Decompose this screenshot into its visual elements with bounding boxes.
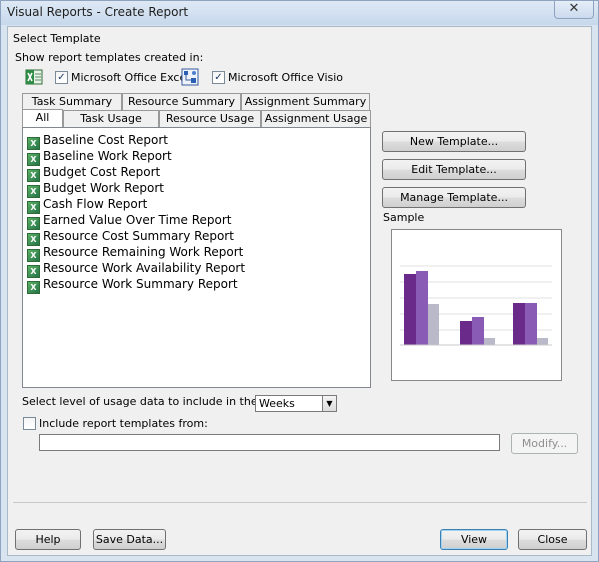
excel-file-icon: X bbox=[27, 281, 40, 294]
visio-label: Microsoft Office Visio bbox=[228, 71, 344, 84]
list-item[interactable]: X Baseline Work Report bbox=[27, 148, 172, 166]
sample-bar bbox=[460, 321, 472, 345]
list-item[interactable]: X Resource Work Availability Report bbox=[27, 260, 245, 278]
list-item[interactable]: X Resource Work Summary Report bbox=[27, 276, 238, 294]
visio-app-icon bbox=[181, 68, 199, 86]
close-window-button[interactable]: ✕ bbox=[554, 1, 594, 19]
title-bar: Visual Reports - Create Report ✕ bbox=[1, 1, 598, 25]
sample-bar bbox=[484, 338, 495, 345]
sample-bar bbox=[404, 274, 416, 345]
check-mark-icon: ✓ bbox=[214, 72, 223, 83]
sample-bar bbox=[525, 303, 537, 345]
close-icon: ✕ bbox=[568, 1, 580, 16]
check-mark-icon: ✓ bbox=[57, 72, 66, 83]
include-templates-label: Include report templates from: bbox=[39, 417, 208, 430]
view-button[interactable]: View bbox=[440, 529, 508, 550]
list-item[interactable]: X Budget Cost Report bbox=[27, 164, 160, 182]
sample-label: Sample bbox=[383, 211, 425, 224]
footer-separator bbox=[13, 502, 587, 503]
usage-level-value: Weeks bbox=[259, 397, 295, 410]
modify-button[interactable]: Modify... bbox=[511, 433, 578, 454]
tab-task-usage[interactable]: Task Usage bbox=[63, 110, 159, 127]
list-item[interactable]: X Earned Value Over Time Report bbox=[27, 212, 231, 230]
list-item[interactable]: X Baseline Cost Report bbox=[27, 132, 168, 150]
dialog-window: Visual Reports - Create Report ✕ Select … bbox=[0, 0, 599, 562]
show-templates-label: Show report templates created in: bbox=[15, 51, 204, 64]
templates-path-input[interactable] bbox=[39, 434, 500, 451]
sample-bar bbox=[428, 304, 439, 345]
tab-all[interactable]: All bbox=[22, 109, 63, 127]
edit-template-button[interactable]: Edit Template... bbox=[382, 159, 526, 180]
list-item[interactable]: X Cash Flow Report bbox=[27, 196, 147, 214]
sample-chart bbox=[400, 265, 552, 346]
close-button[interactable]: Close bbox=[518, 529, 587, 550]
tab-resource-usage[interactable]: Resource Usage bbox=[159, 110, 261, 127]
usage-level-select[interactable]: Weeks ▼ bbox=[255, 395, 337, 412]
excel-checkbox[interactable]: ✓ bbox=[55, 71, 68, 84]
visio-checkbox[interactable]: ✓ bbox=[212, 71, 225, 84]
save-data-button[interactable]: Save Data... bbox=[93, 529, 166, 550]
list-item[interactable]: X Budget Work Report bbox=[27, 180, 164, 198]
help-button[interactable]: Help bbox=[15, 529, 81, 550]
tab-task-summary[interactable]: Task Summary bbox=[22, 93, 122, 110]
select-template-heading: Select Template bbox=[13, 32, 101, 45]
chevron-down-icon[interactable]: ▼ bbox=[322, 396, 336, 411]
tab-assignment-usage[interactable]: Assignment Usage bbox=[261, 110, 371, 127]
excel-app-icon bbox=[25, 69, 43, 85]
sample-bar bbox=[513, 303, 525, 345]
sample-preview bbox=[391, 229, 562, 381]
new-template-button[interactable]: New Template... bbox=[382, 131, 526, 152]
dialog-body: Select Template Show report templates cr… bbox=[7, 26, 592, 556]
tab-resource-summary[interactable]: Resource Summary bbox=[122, 93, 241, 110]
manage-template-button[interactable]: Manage Template... bbox=[382, 187, 526, 208]
include-templates-checkbox[interactable] bbox=[23, 417, 36, 430]
sample-bar bbox=[537, 338, 548, 345]
report-template-list[interactable]: X Baseline Cost Report X Baseline Work Rep… bbox=[22, 127, 371, 388]
sample-bar bbox=[416, 271, 428, 345]
list-item[interactable]: X Resource Cost Summary Report bbox=[27, 228, 234, 246]
excel-label: Microsoft Office Excel bbox=[71, 71, 190, 84]
list-item[interactable]: X Resource Remaining Work Report bbox=[27, 244, 243, 262]
window-title: Visual Reports - Create Report bbox=[7, 5, 189, 19]
sample-bar bbox=[472, 317, 484, 345]
tab-assignment-summary[interactable]: Assignment Summary bbox=[241, 93, 370, 110]
